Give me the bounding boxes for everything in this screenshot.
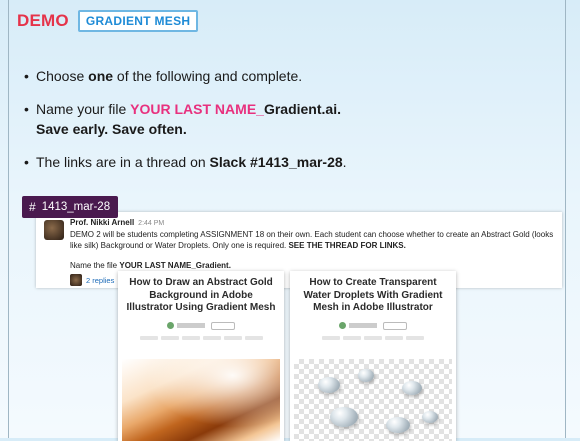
- bullet-dot-icon: •: [24, 101, 29, 117]
- sender-name[interactable]: Prof. Nikki Arnell: [70, 218, 134, 227]
- bullet-item: • The links are in a thread on Slack #14…: [24, 154, 347, 170]
- avatar: [44, 220, 64, 240]
- article-card-gold[interactable]: How to Draw an Abstract Gold Background …: [118, 271, 284, 441]
- water-drop: [422, 411, 438, 423]
- author-avatar: [167, 322, 174, 329]
- bullet-item: • Name your file YOUR LAST NAME_Gradient…: [24, 101, 341, 137]
- bullet-dot-icon: •: [24, 154, 29, 170]
- water-drop: [386, 417, 410, 433]
- article-tags: [290, 335, 456, 340]
- bullet-list: • Choose one of the following and comple…: [24, 66, 544, 185]
- water-drop: [330, 407, 358, 427]
- message-bold: SEE THE THREAD FOR LINKS.: [288, 241, 406, 250]
- language-button[interactable]: [211, 321, 235, 330]
- avatar: [70, 274, 82, 286]
- language-button[interactable]: [383, 321, 407, 330]
- gold-silk-image: [122, 359, 280, 441]
- gradient-mesh-badge: GRADIENT MESH: [77, 10, 199, 32]
- article-title[interactable]: How to Draw an Abstract Gold Background …: [118, 271, 284, 315]
- replies-link[interactable]: 2 replies: [86, 276, 114, 285]
- water-drop: [318, 377, 340, 393]
- demo-label: DEMO: [17, 11, 69, 30]
- author-avatar: [339, 322, 346, 329]
- article-meta: [118, 321, 284, 330]
- article-tags: [118, 335, 284, 340]
- slide-header: DEMO GRADIENT MESH: [17, 10, 199, 32]
- hash-icon: #: [29, 200, 36, 214]
- slack-message: Prof. Nikki Arnell 2:44 PM DEMO 2 will be…: [70, 217, 554, 271]
- thread-replies[interactable]: 2 replies: [70, 274, 114, 286]
- message-time: 2:44 PM: [138, 220, 165, 227]
- author-info: [349, 323, 377, 328]
- bullet-dot-icon: •: [24, 68, 29, 84]
- bullet-item: • Choose one of the following and comple…: [24, 68, 303, 84]
- water-drop: [358, 369, 374, 382]
- article-card-water[interactable]: How to Create Transparent Water Droplets…: [290, 271, 456, 441]
- author-info: [177, 323, 205, 328]
- water-droplets-image: [294, 359, 452, 441]
- water-drop: [402, 381, 422, 395]
- article-meta: [290, 321, 456, 330]
- slack-channel-tag: # 1413_mar-28: [22, 196, 119, 218]
- article-title[interactable]: How to Create Transparent Water Droplets…: [290, 271, 456, 315]
- name-line: Name the file YOUR LAST NAME_Gradient.: [70, 261, 231, 270]
